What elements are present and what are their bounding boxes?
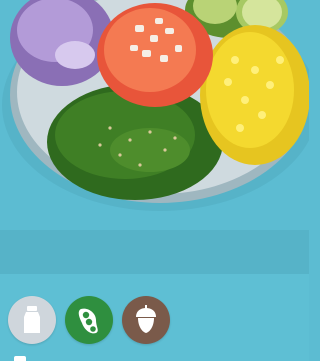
allergen-badges xyxy=(8,296,170,344)
poke-bowl-image xyxy=(0,0,309,230)
truncated-text xyxy=(14,356,26,361)
divider-band xyxy=(0,230,309,274)
bowl-illustration xyxy=(2,0,309,211)
allergen-section xyxy=(0,274,309,361)
nut-icon xyxy=(122,296,170,344)
dairy-icon xyxy=(8,296,56,344)
soy-icon xyxy=(65,296,113,344)
